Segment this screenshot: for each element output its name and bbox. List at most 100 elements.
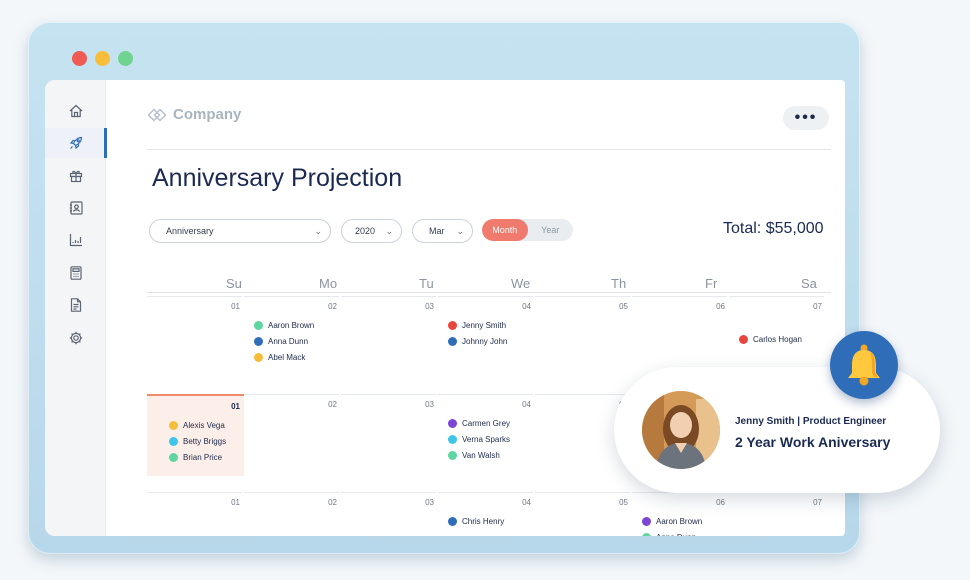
person-name: Anna Dunn	[268, 337, 309, 346]
close-window-button[interactable]	[72, 51, 87, 66]
sidebar-item-home[interactable]	[45, 96, 106, 126]
person-name: Aaron Brown	[268, 321, 315, 330]
calendar-day-cell[interactable]: 02	[244, 492, 341, 536]
notification-card[interactable]: Jenny Smith | Product Engineer 2 Year Wo…	[614, 367, 940, 493]
weekday-label: Th	[611, 276, 627, 291]
calendar-day-cell[interactable]: 04 Jenny Smith Johnny John	[438, 296, 535, 378]
day-number: 01	[231, 498, 240, 507]
day-number: 04	[522, 498, 531, 507]
anniversary-entry[interactable]: Brian Price	[169, 453, 222, 462]
calendar-day-cell[interactable]: 02 Aaron Brown Anna Dunn Abel Mack	[244, 296, 341, 378]
calendar-day-cell[interactable]: 06	[632, 296, 729, 378]
day-number: 04	[522, 302, 531, 311]
calendar-day-cell[interactable]: 03	[341, 296, 438, 378]
sidebar-item-reports[interactable]	[45, 225, 106, 255]
sidebar	[45, 80, 107, 536]
calendar-day-cell[interactable]: 06 Aaron Brown Anna Dunn	[632, 492, 729, 536]
status-dot	[169, 453, 178, 462]
gift-icon	[69, 170, 82, 183]
year-view-button[interactable]: Year	[528, 219, 574, 241]
anniversary-entry[interactable]: Anna Dunn	[254, 337, 308, 346]
calendar-day-cell[interactable]: 05	[535, 492, 632, 536]
cell-divider	[341, 296, 436, 297]
total-amount: Total: $55,000	[723, 220, 824, 237]
anniversary-entry[interactable]: Verna Sparks	[448, 435, 510, 444]
cell-divider	[244, 492, 339, 493]
calendar-day-cell[interactable]: 02	[244, 394, 341, 476]
anniversary-entry[interactable]: Carmen Grey	[448, 419, 510, 428]
diamond-logo-icon	[147, 107, 167, 122]
sidebar-item-calculator[interactable]	[45, 258, 106, 288]
calculator-icon	[69, 266, 82, 280]
status-dot	[448, 419, 457, 428]
sidebar-item-gift[interactable]	[45, 161, 106, 191]
calendar-day-cell[interactable]: 03	[341, 394, 438, 476]
month-select[interactable]: Mar ⌄	[412, 219, 473, 243]
page-title: Anniversary Projection	[152, 164, 403, 192]
minimize-window-button[interactable]	[95, 51, 110, 66]
day-number: 07	[813, 498, 822, 507]
person-name: Brian Price	[183, 453, 223, 462]
anniversary-entry[interactable]: Chris Henry	[448, 517, 504, 526]
weekday-label: Su	[226, 276, 242, 291]
day-number: 02	[328, 302, 337, 311]
sidebar-item-settings[interactable]	[45, 323, 106, 353]
calendar-day-cell[interactable]: 01 Alexis Vega Betty Briggs Brian Price	[147, 394, 244, 476]
type-select[interactable]: Anniversary ⌄	[149, 219, 331, 243]
day-number: 04	[522, 400, 531, 409]
cell-divider	[729, 296, 824, 297]
calendar-day-cell[interactable]: 04 Chris Henry	[438, 492, 535, 536]
cell-divider	[341, 492, 436, 493]
weekday-label: We	[511, 276, 531, 291]
cell-divider	[535, 492, 630, 493]
calendar-day-cell[interactable]: 07	[729, 492, 826, 536]
gear-icon	[69, 331, 82, 345]
anniversary-entry[interactable]: Jenny Smith	[448, 321, 506, 330]
year-select-value: 2020	[355, 226, 376, 236]
person-name: Aaron Brown	[656, 517, 703, 526]
anniversary-entry[interactable]: Abel Mack	[254, 353, 305, 362]
day-number: 05	[619, 498, 628, 507]
calendar-day-cell[interactable]: 01	[147, 296, 244, 378]
calendar-day-cell[interactable]: 03	[341, 492, 438, 536]
weekday-label: Fr	[705, 276, 718, 291]
day-number: 03	[425, 302, 434, 311]
anniversary-entry[interactable]: Carlos Hogan	[739, 335, 802, 344]
day-number: 02	[328, 498, 337, 507]
anniversary-entry[interactable]: Aaron Brown	[642, 517, 702, 526]
year-select[interactable]: 2020 ⌄	[341, 219, 402, 243]
status-dot	[642, 533, 651, 536]
calendar-day-cell[interactable]: 05	[535, 296, 632, 378]
day-number: 06	[716, 302, 725, 311]
notification-bell-button[interactable]	[830, 331, 898, 399]
sidebar-item-rocket[interactable]	[45, 128, 107, 158]
calendar-day-cell[interactable]: 04 Carmen Grey Verna Sparks Van Walsh	[438, 394, 535, 476]
day-number: 03	[425, 498, 434, 507]
anniversary-entry[interactable]: Johnny John	[448, 337, 507, 346]
anniversary-entry[interactable]: Anna Dunn	[642, 533, 696, 536]
day-number: 06	[716, 498, 725, 507]
brand-name: Company	[173, 106, 242, 123]
month-view-button[interactable]: Month	[482, 219, 528, 241]
status-dot	[448, 451, 457, 460]
sidebar-item-documents[interactable]	[45, 290, 106, 320]
weekday-label: Sa	[801, 276, 817, 291]
more-options-button[interactable]: •••	[783, 106, 829, 130]
anniversary-entry[interactable]: Betty Briggs	[169, 437, 226, 446]
person-name: Alexis Vega	[183, 421, 225, 430]
cell-divider	[438, 394, 533, 395]
month-select-value: Mar	[429, 226, 445, 236]
cell-divider	[147, 492, 242, 493]
sidebar-item-contacts[interactable]	[45, 193, 106, 223]
person-name: Verna Sparks	[462, 435, 511, 444]
anniversary-entry[interactable]: Alexis Vega	[169, 421, 225, 430]
maximize-window-button[interactable]	[118, 51, 133, 66]
calendar-day-cell[interactable]: 07 Carlos Hogan	[729, 296, 826, 378]
day-number: 02	[328, 400, 337, 409]
status-dot	[448, 435, 457, 444]
status-dot	[448, 517, 457, 526]
calendar-day-cell[interactable]: 01	[147, 492, 244, 536]
anniversary-entry[interactable]: Aaron Brown	[254, 321, 314, 330]
anniversary-entry[interactable]: Van Walsh	[448, 451, 500, 460]
weekday-divider	[147, 292, 831, 293]
